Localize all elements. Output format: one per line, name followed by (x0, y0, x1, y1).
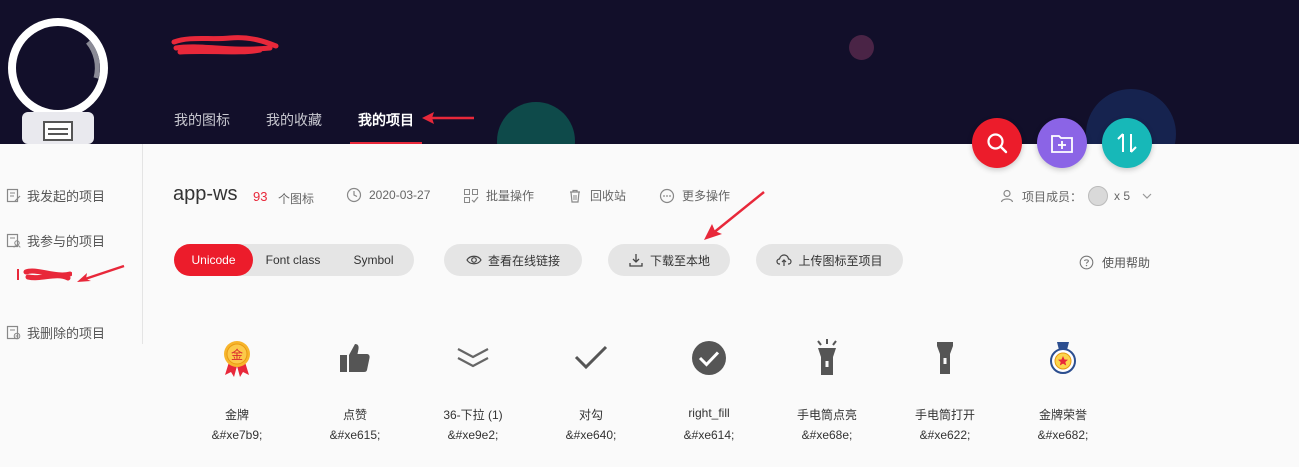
annotation-arrow (77, 264, 125, 282)
recycle-bin-button[interactable]: 回收站 (567, 187, 626, 204)
download-button[interactable]: 下载至本地 (608, 244, 730, 276)
icon-count: 93 (253, 189, 268, 204)
tab-unicode[interactable]: Unicode (174, 244, 253, 276)
icon-name: 手电筒打开 (914, 408, 975, 422)
icon-code: &#xe9e2; (447, 428, 499, 442)
sidebar: 我发起的项目 我参与的项目 我删除的项目 (0, 144, 143, 344)
gold-medal-icon: 金 (224, 341, 250, 377)
doc-user-icon (6, 233, 21, 248)
decor-bubble (849, 35, 874, 60)
cloud-upload-icon (776, 254, 793, 266)
upload-icon-button[interactable]: 上传图标至项目 (756, 244, 903, 276)
honor-medal-icon (1050, 342, 1076, 374)
sidebar-item-label: 我参与的项目 (27, 234, 106, 249)
code-type-switch: Unicode Font class Symbol (174, 244, 414, 276)
search-icon (987, 133, 1008, 154)
page: 我的图标 我的收藏 我的项目 我发起的项目 我参与的项目 我删除的项目 app-… (0, 0, 1299, 467)
redacted-item (17, 268, 72, 281)
question-circle-icon (1079, 255, 1094, 270)
icon-code: &#xe622; (919, 428, 971, 442)
annotation-arrow (704, 191, 765, 240)
header: 我的图标 我的收藏 我的项目 (0, 0, 1299, 144)
icon-name: 金牌 (224, 408, 249, 422)
icon-code: &#xe682; (1037, 428, 1089, 442)
download-label: 下载至本地 (649, 253, 710, 268)
redacted-username (171, 35, 279, 55)
download-icon (629, 254, 643, 267)
sidebar-item-deleted[interactable]: 我删除的项目 (6, 323, 105, 342)
icon-card[interactable]: right_fill &#xe614; (650, 336, 768, 442)
icon-card[interactable]: 手电筒点亮 &#xe68e; (768, 336, 886, 442)
sort-arrows-icon (1117, 133, 1137, 153)
icon-name: 36-下拉 (1) (443, 408, 503, 422)
sidebar-item-created[interactable]: 我发起的项目 (6, 186, 105, 205)
clock-icon (346, 187, 362, 203)
sort-button[interactable] (1102, 118, 1152, 168)
icon-code: &#xe615; (329, 428, 381, 442)
view-online-link-label: 查看在线链接 (487, 253, 560, 268)
svg-text:金: 金 (231, 347, 243, 362)
icon-name: right_fill (688, 406, 730, 420)
icon-grid: 金 金牌 &#xe7b9; 点赞 &#xe615; 36-下拉 (1) &#xe… (178, 336, 1122, 442)
tab-font-class[interactable]: Font class (253, 244, 333, 276)
decor-bubble (497, 102, 575, 144)
icon-code: &#xe640; (565, 428, 617, 442)
trash-icon (570, 189, 580, 203)
more-icon (659, 188, 675, 203)
icon-card[interactable]: 36-下拉 (1) &#xe9e2; (414, 336, 532, 442)
chevron-down-icon (1142, 193, 1152, 199)
eye-icon (466, 255, 482, 265)
doc-edit-icon (6, 188, 21, 203)
member-icon (1000, 189, 1014, 203)
astronaut-avatar-icon (8, 18, 108, 144)
icon-card[interactable]: 金 金牌 &#xe7b9; (178, 336, 296, 442)
icon-card[interactable]: 对勾 &#xe640; (532, 336, 650, 442)
project-members[interactable]: 项目成员： x 5 (1000, 186, 1154, 206)
double-chevron-down-icon (457, 348, 489, 368)
project-date-text: 2020-03-27 (369, 188, 431, 202)
members-label: 项目成员： (1022, 189, 1083, 204)
main-nav: 我的图标 我的收藏 我的项目 (174, 110, 422, 144)
new-folder-button[interactable] (1037, 118, 1087, 168)
view-online-link-button[interactable]: 查看在线链接 (444, 244, 582, 276)
folder-add-icon (1051, 135, 1073, 153)
sidebar-item-label: 我删除的项目 (27, 326, 106, 341)
icon-name: 点赞 (342, 408, 367, 422)
icon-card[interactable]: 手电筒打开 &#xe622; (886, 336, 1004, 442)
upload-icon-label: 上传图标至项目 (798, 253, 883, 268)
sidebar-item-label: 我发起的项目 (27, 189, 106, 204)
members-count: x 5 (1114, 189, 1131, 203)
icon-card[interactable]: 点赞 &#xe615; (296, 336, 414, 442)
icon-code: &#xe68e; (801, 428, 853, 442)
icon-card[interactable]: 金牌荣誉 &#xe682; (1004, 336, 1122, 442)
icon-name: 金牌荣誉 (1038, 408, 1087, 422)
nav-my-projects[interactable]: 我的项目 (350, 110, 422, 144)
check-circle-fill-icon (692, 341, 726, 375)
icon-code: &#xe7b9; (211, 428, 263, 442)
batch-icon (464, 188, 479, 203)
help-link[interactable]: 使用帮助 (1079, 254, 1150, 271)
icon-name: 对勾 (578, 408, 603, 422)
icon-code: &#xe614; (683, 428, 735, 442)
icon-count-label: 个图标 (278, 192, 315, 206)
avatar (1088, 186, 1109, 206)
annotation-arrow (422, 112, 474, 124)
tab-symbol[interactable]: Symbol (333, 244, 414, 276)
check-icon (574, 345, 608, 370)
search-button[interactable] (972, 118, 1022, 168)
help-label: 使用帮助 (1102, 256, 1151, 270)
nav-my-icons[interactable]: 我的图标 (174, 110, 230, 144)
flashlight-icon (937, 342, 953, 374)
batch-operation-button[interactable]: 批量操作 (463, 187, 534, 204)
sidebar-item-joined[interactable]: 我参与的项目 (6, 231, 105, 250)
doc-delete-icon (6, 325, 21, 340)
batch-operation-label: 批量操作 (486, 189, 535, 203)
recycle-bin-label: 回收站 (590, 189, 627, 203)
project-title: app-ws (173, 183, 238, 205)
nav-my-favorites[interactable]: 我的收藏 (266, 110, 322, 144)
thumbs-up-icon (340, 344, 370, 372)
flashlight-on-icon (817, 339, 837, 375)
project-date: 2020-03-27 (346, 187, 430, 203)
icon-name: 手电筒点亮 (796, 408, 857, 422)
